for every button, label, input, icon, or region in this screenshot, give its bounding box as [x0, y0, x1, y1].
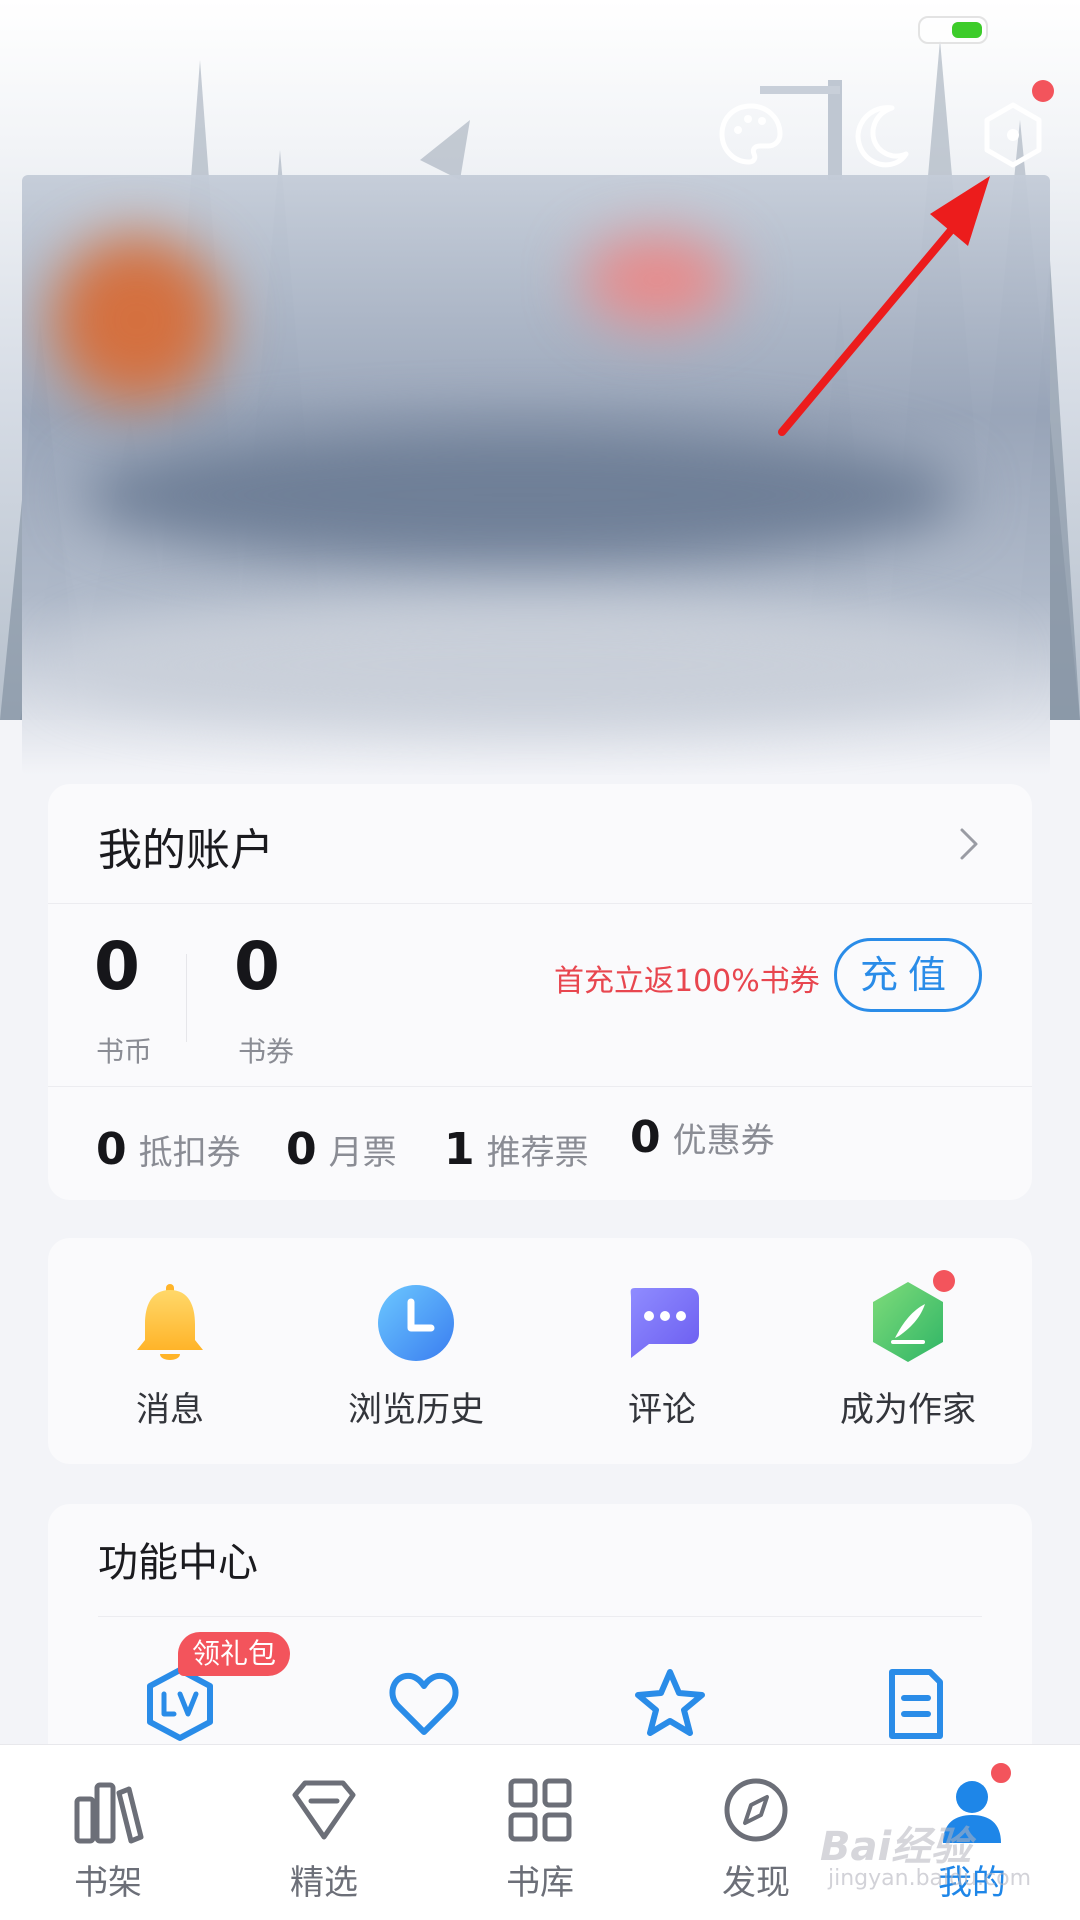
- divider: [186, 954, 187, 1042]
- mine-notification-dot: [989, 1761, 1013, 1785]
- diamond-icon: [292, 1780, 356, 1840]
- chevron-right-icon: [960, 828, 978, 860]
- document-icon[interactable]: [874, 1664, 954, 1744]
- nav-label: 发现: [722, 1863, 790, 1903]
- promo-text: 首充立返100%书券: [554, 964, 820, 999]
- vip-badge: [582, 235, 732, 325]
- recharge-button[interactable]: 充值: [834, 938, 982, 1012]
- star-icon[interactable]: [630, 1664, 710, 1744]
- quick-item-history[interactable]: 浏览历史: [316, 1278, 516, 1431]
- vouchers-label: 书券: [238, 1035, 295, 1068]
- stat-value: 0: [630, 1112, 661, 1163]
- palette-icon[interactable]: [716, 100, 786, 170]
- watermark-url: jingyan.baidu.com: [828, 1866, 1032, 1891]
- gift-badge[interactable]: 领礼包: [178, 1632, 291, 1676]
- nav-item-bookshelf[interactable]: 书架: [38, 1773, 178, 1904]
- nav-item-featured[interactable]: 精选: [254, 1773, 394, 1904]
- stat-monthly-ticket[interactable]: 0 月票: [286, 1124, 397, 1184]
- account-header[interactable]: 我的账户: [48, 784, 1032, 904]
- settings-notification-dot: [1032, 80, 1054, 102]
- quick-actions-card: 消息 浏览历史 评论 成为作家: [48, 1238, 1032, 1464]
- nav-label: 书架: [74, 1863, 142, 1903]
- stat-value: 0: [96, 1124, 127, 1175]
- divider: [48, 1086, 1032, 1087]
- quick-label: 评论: [628, 1390, 696, 1430]
- quick-item-comments[interactable]: 评论: [562, 1278, 762, 1431]
- vouchers-value[interactable]: 0: [234, 928, 280, 1005]
- stat-label: 抵扣券: [138, 1133, 241, 1173]
- quick-label: 浏览历史: [348, 1390, 484, 1430]
- stat-label: 优惠券: [672, 1121, 775, 1161]
- bookshelf-icon: [74, 1782, 144, 1844]
- nav-item-library[interactable]: 书库: [470, 1773, 610, 1904]
- watermark: Bai经验: [820, 1824, 972, 1870]
- stat-discount-coupon[interactable]: 0 优惠券: [630, 1112, 775, 1172]
- comment-icon: [617, 1278, 707, 1368]
- avatar: [52, 235, 222, 405]
- pen-icon: [863, 1270, 955, 1368]
- nav-label: 精选: [290, 1863, 358, 1903]
- level-icon[interactable]: [140, 1664, 220, 1744]
- quick-label: 消息: [136, 1390, 204, 1430]
- battery-level: [952, 22, 982, 38]
- quick-label: 成为作家: [840, 1390, 976, 1430]
- settings-icon[interactable]: [978, 100, 1048, 170]
- stat-label: 推荐票: [486, 1133, 589, 1173]
- battery-indicator: [918, 16, 988, 44]
- moon-icon[interactable]: [848, 100, 918, 170]
- profile-summary-card[interactable]: [22, 175, 1050, 775]
- bell-icon: [125, 1278, 215, 1368]
- compass-icon: [724, 1778, 788, 1842]
- function-center-title: 功能中心: [98, 1540, 258, 1586]
- divider: [98, 1616, 982, 1617]
- grid-icon: [508, 1778, 572, 1842]
- coins-value[interactable]: 0: [94, 928, 140, 1005]
- account-title: 我的账户: [98, 825, 274, 876]
- nav-label: 书库: [506, 1863, 574, 1903]
- heart-icon[interactable]: [384, 1664, 464, 1744]
- quick-item-messages[interactable]: 消息: [70, 1278, 270, 1431]
- stat-recommend-ticket[interactable]: 1 推荐票: [444, 1124, 589, 1184]
- profile-info-band: [82, 425, 962, 565]
- stat-label: 月票: [328, 1133, 397, 1173]
- profile-stats-band: [62, 605, 1002, 725]
- stat-value: 1: [444, 1124, 475, 1175]
- account-card: 我的账户 0 书币 0 书券 首充立返100%书券 充值 0 抵扣券 0 月票 1推…: [48, 784, 1032, 1200]
- stat-deduction-coupon[interactable]: 0 抵扣券: [96, 1124, 241, 1184]
- stat-value: 0: [286, 1124, 317, 1175]
- coins-label: 书币: [96, 1035, 153, 1068]
- writer-notification-dot: [933, 1270, 955, 1292]
- quick-item-become-writer[interactable]: 成为作家: [808, 1270, 1008, 1431]
- profile-page: 我的账户 0 书币 0 书券 首充立返100%书券 充值 0 抵扣券 0 月票 1推…: [0, 0, 1080, 1920]
- nav-item-discover[interactable]: 发现: [686, 1773, 826, 1904]
- clock-icon: [371, 1278, 461, 1368]
